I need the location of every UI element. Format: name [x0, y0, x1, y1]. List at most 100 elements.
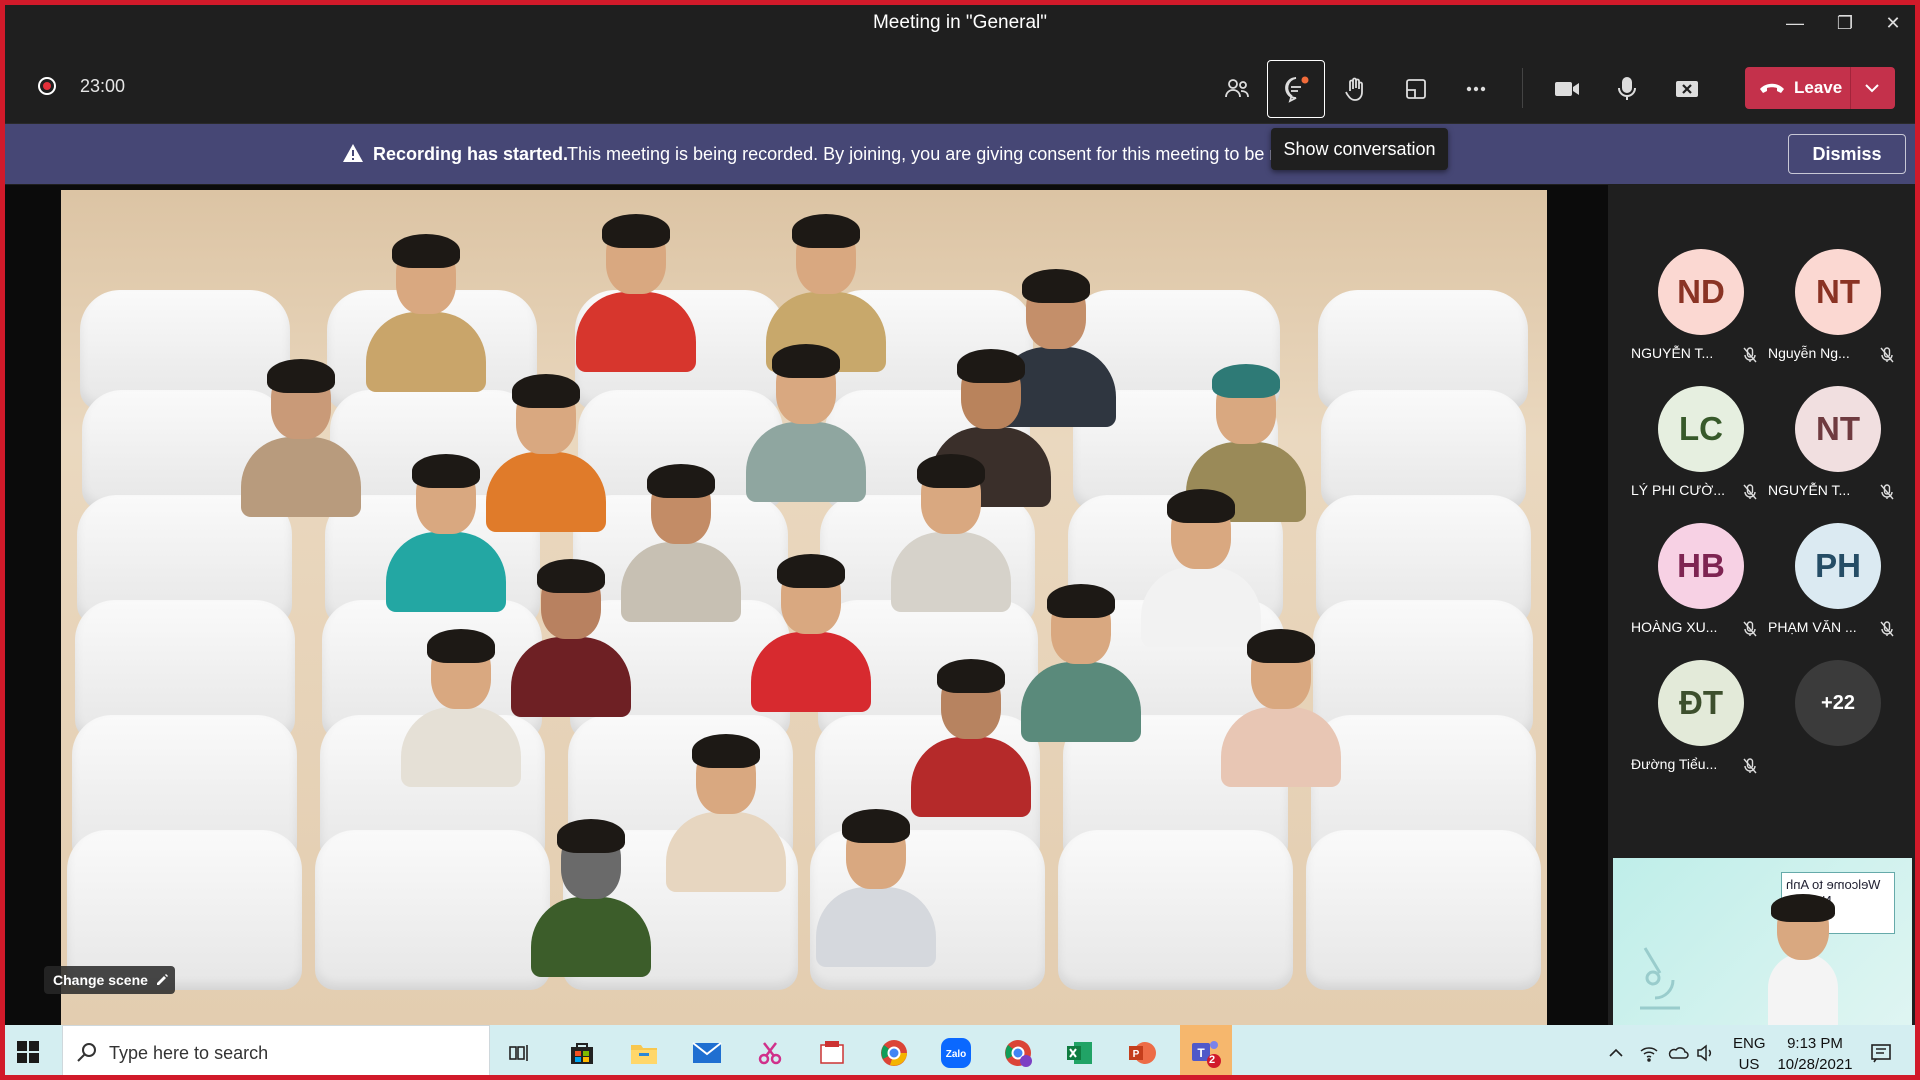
participant-video [576, 214, 696, 372]
share-button[interactable] [1658, 60, 1716, 118]
chevron-down-icon[interactable] [1861, 77, 1883, 99]
mic-off-icon [1880, 347, 1894, 368]
participant-video [816, 809, 936, 967]
mail-icon[interactable] [690, 1036, 724, 1070]
participant-tile[interactable]: NT Nguyễn Ng... [1768, 235, 1898, 363]
self-video-preview: Welcome to Anh Ngu PH [1613, 858, 1912, 1025]
teams-badge: 2 [1209, 1054, 1216, 1066]
avatar: NT [1795, 249, 1881, 335]
banner-message: This meeting is being recorded. By joini… [567, 144, 1272, 164]
participant-tile[interactable]: NT NGUYỄN T... [1768, 372, 1898, 500]
seat-row [61, 830, 1547, 990]
minimize-button[interactable]: — [1772, 8, 1818, 38]
chrome-profile-icon[interactable] [1001, 1036, 1035, 1070]
app-icon[interactable] [815, 1036, 849, 1070]
zalo-icon[interactable]: Zalo [939, 1036, 973, 1070]
people-icon [1225, 79, 1249, 98]
meeting-timer: 23:00 [80, 76, 126, 96]
participant-video [531, 819, 651, 977]
lang-top: ENG [1733, 1035, 1766, 1052]
excel-icon[interactable] [1063, 1036, 1097, 1070]
participant-video [366, 234, 486, 392]
task-view-icon[interactable] [503, 1036, 537, 1070]
participant-name: HOÀNG XU... [1631, 619, 1718, 635]
participant-video [1221, 629, 1341, 787]
more-icon [1466, 86, 1486, 92]
file-explorer-icon[interactable] [627, 1036, 661, 1070]
avatar: ND [1658, 249, 1744, 335]
microsoft-store-icon[interactable] [565, 1036, 599, 1070]
participant-tile[interactable]: HB HOÀNG XU... [1631, 509, 1761, 637]
participant-video [401, 629, 521, 787]
more-participants-tile[interactable]: +22 [1768, 646, 1898, 766]
powerpoint-icon[interactable]: P [1125, 1036, 1159, 1070]
breakout-rooms-icon [1406, 79, 1426, 99]
leave-button[interactable]: Leave [1745, 67, 1895, 109]
participant-video [511, 559, 631, 717]
camera-button[interactable] [1538, 60, 1596, 118]
avatar: NT [1795, 386, 1881, 472]
window-title: Meeting in "General" [872, 12, 1048, 33]
mic-off-icon [1743, 484, 1757, 505]
participant-tile[interactable]: LC LÝ PHI CƯỜ... [1631, 372, 1761, 500]
recording-icon [38, 77, 56, 95]
svg-text:Zalo: Zalo [946, 1049, 967, 1060]
participant-video [1141, 489, 1261, 647]
avatar: PH [1795, 523, 1881, 609]
pencil-icon [156, 974, 168, 985]
clock[interactable]: 9:13 PM 10/28/2021 [1770, 1025, 1860, 1080]
participant-name: LÝ PHI CƯỜ... [1631, 482, 1725, 498]
participant-tile[interactable]: PH PHẠM VĂN ... [1768, 509, 1898, 637]
chrome-icon[interactable] [877, 1036, 911, 1070]
warning-icon [343, 144, 363, 162]
windows-taskbar: Type here to search Zalo P T2 ENG US 9:1… [0, 1025, 1920, 1080]
reactions-button[interactable] [1327, 60, 1385, 118]
toolbar-divider [1522, 68, 1523, 108]
overflow-count: +22 [1795, 660, 1881, 746]
leave-label: Leave [1794, 78, 1843, 97]
lang-bottom: US [1738, 1056, 1760, 1073]
dismiss-button[interactable]: Dismiss [1788, 134, 1906, 174]
participant-tile[interactable]: ND NGUYỄN T... [1631, 235, 1761, 363]
more-actions-button[interactable] [1447, 60, 1505, 118]
meeting-toolbar: 23:00 Leave [0, 48, 1920, 124]
mic-off-icon [1743, 621, 1757, 642]
microphone-button[interactable] [1598, 60, 1656, 118]
onedrive-icon[interactable] [1667, 1044, 1689, 1062]
search-placeholder: Type here to search [109, 1043, 269, 1063]
network-icon[interactable] [1639, 1043, 1659, 1063]
show-conversation-tooltip: Show conversation [1271, 128, 1448, 170]
mic-off-icon [1880, 621, 1894, 642]
participant-video [1021, 584, 1141, 742]
notifications-icon[interactable] [1870, 1042, 1892, 1064]
phone-hangup-icon [1760, 83, 1784, 93]
chat-icon [1285, 76, 1309, 103]
leave-divider [1850, 67, 1851, 109]
svg-text:P: P [1133, 1049, 1140, 1060]
volume-icon[interactable] [1695, 1043, 1715, 1063]
participant-name: Đường Tiểu... [1631, 756, 1718, 772]
self-participant [1743, 894, 1853, 1025]
participant-tile[interactable]: ĐT Đường Tiểu... [1631, 646, 1761, 774]
chevron-up-icon[interactable] [1607, 1044, 1625, 1062]
language-indicator[interactable]: ENG US [1733, 1025, 1766, 1080]
teams-icon[interactable]: T2 [1180, 1025, 1232, 1080]
stop-share-icon [1676, 81, 1698, 97]
taskbar-search[interactable]: Type here to search [62, 1025, 490, 1080]
participant-name: PHẠM VĂN ... [1768, 619, 1857, 635]
banner-title: Recording has started. [373, 144, 569, 164]
microscope-icon [1640, 947, 1680, 1010]
snipping-tool-icon[interactable] [753, 1036, 787, 1070]
show-conversation-button[interactable] [1267, 60, 1325, 118]
windows-start-icon[interactable] [16, 1040, 40, 1064]
rooms-button[interactable] [1387, 60, 1445, 118]
raise-hand-icon [1345, 77, 1363, 101]
participants-button[interactable] [1208, 60, 1266, 118]
change-scene-button[interactable]: Change scene [44, 966, 175, 994]
participant-video [241, 359, 361, 517]
clock-date: 10/28/2021 [1777, 1056, 1853, 1073]
participant-video [621, 464, 741, 622]
avatar: ĐT [1658, 660, 1744, 746]
restore-button[interactable]: ❐ [1822, 8, 1868, 38]
close-button[interactable]: ✕ [1870, 8, 1916, 38]
